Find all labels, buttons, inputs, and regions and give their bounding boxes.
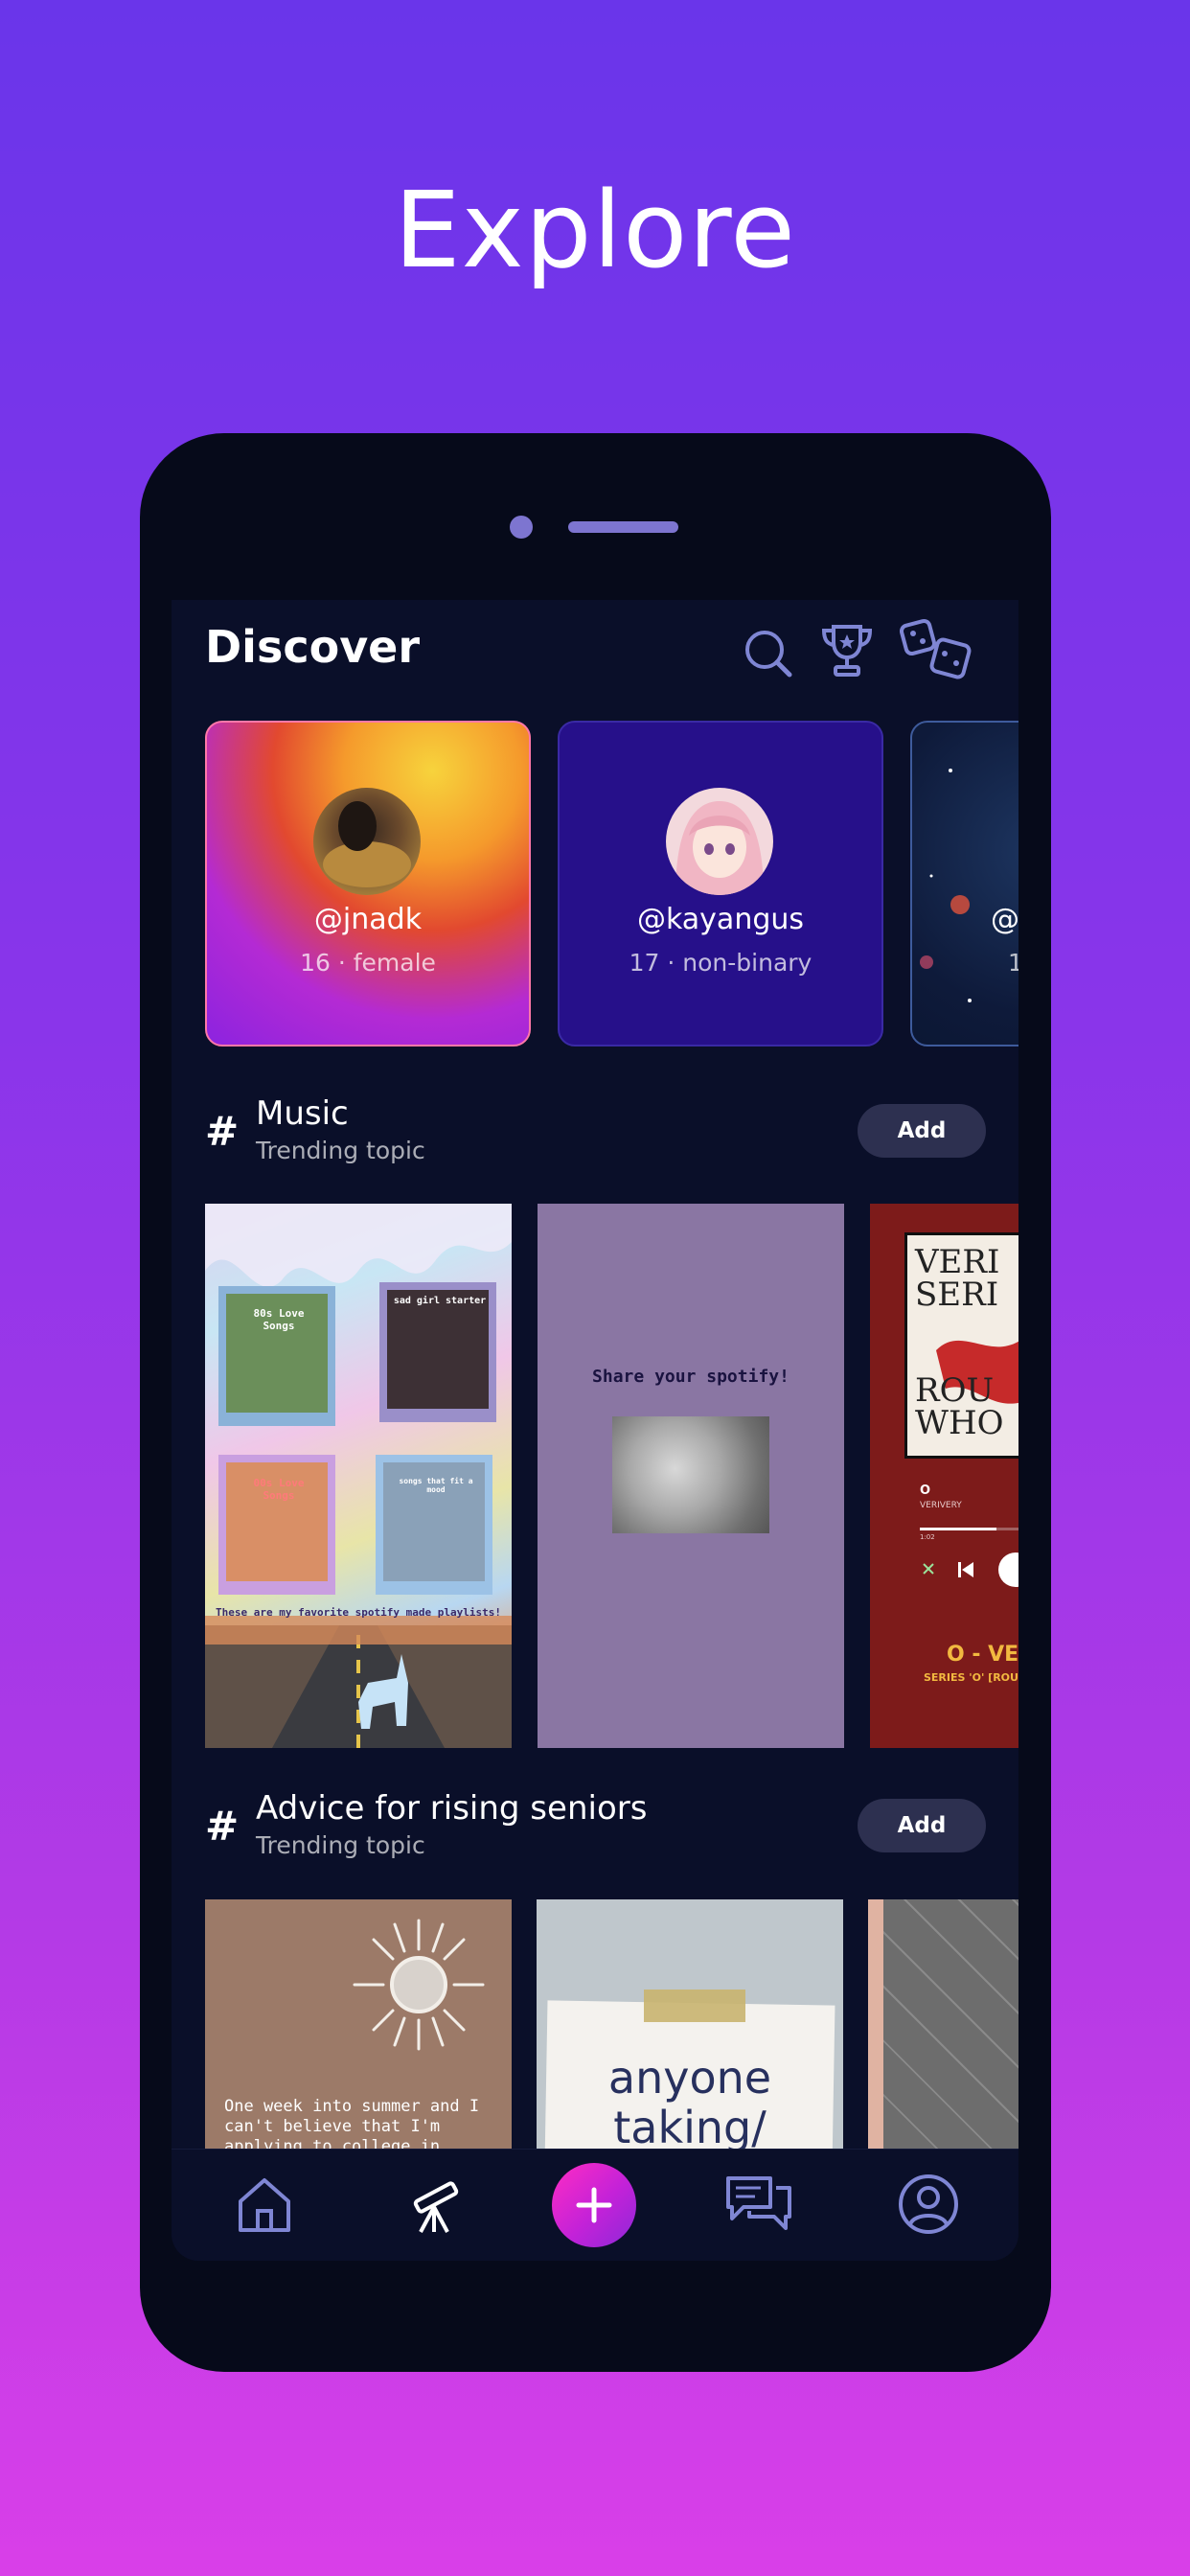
post-text: Share your spotify!	[592, 1367, 790, 1387]
topic-header: # Advice for rising seniors Trending top…	[205, 1789, 986, 1866]
post-text: taking/	[613, 2102, 767, 2150]
profile-meta: 16 · female	[300, 949, 436, 977]
trophy-icon[interactable]	[818, 621, 876, 680]
front-camera	[510, 516, 533, 539]
profile-handle: @kayangus	[636, 903, 805, 936]
profile-meta: 1	[1008, 949, 1018, 977]
topic-posts: 80s Love Songs sad girl starter 00s Love…	[205, 1204, 1018, 1748]
profile-meta: 17 · non-binary	[629, 949, 812, 977]
earpiece-speaker	[568, 521, 678, 533]
post-text: sad girl starter	[393, 1296, 487, 1306]
dice-icon[interactable]	[900, 617, 976, 686]
elapsed-time: 1:02	[920, 1533, 935, 1541]
messages-icon[interactable]	[722, 2171, 795, 2238]
post-text: 00s Love Songs	[253, 1477, 305, 1502]
player-controls	[923, 1552, 1018, 1587]
post-text: anyone	[607, 2052, 772, 2104]
song-title: O	[920, 1484, 931, 1498]
post-title: O - VER	[947, 1643, 1018, 1667]
bottom-navigation	[172, 2149, 1018, 2261]
home-icon[interactable]	[231, 2171, 298, 2238]
add-button[interactable]: Add	[858, 1799, 986, 1852]
post-text: songs that fit a mood	[399, 1477, 473, 1494]
post-card[interactable]: anyone taking/	[537, 1899, 843, 2150]
profile-handle: @	[991, 903, 1018, 936]
cover-text: SERI	[915, 1276, 999, 1314]
topic-subtitle: Trending topic	[256, 1137, 425, 1164]
profile-card[interactable]: @kayangus 17 · non-binary	[558, 721, 883, 1046]
cover-text: VERI	[915, 1243, 1000, 1281]
app-screen: Discover @jnadk 16 · female @kayangus 17…	[172, 600, 1018, 2261]
create-post-button[interactable]	[552, 2163, 636, 2247]
hashtag-icon: #	[205, 1803, 240, 1850]
topic-posts: One week into summer and I can't believe…	[205, 1899, 1018, 2150]
tape	[644, 1990, 745, 2022]
post-subtitle: SERIES 'O' [ROUN	[924, 1671, 1018, 1684]
avatar	[313, 788, 421, 895]
post-image	[883, 1899, 1018, 2150]
post-image	[612, 1416, 769, 1533]
album-cover: VERI SERI ROU WHO	[904, 1232, 1018, 1459]
page-headline: Explore	[394, 169, 796, 291]
sun-doodle	[353, 1919, 485, 2051]
post-card[interactable]: Share your spotify!	[538, 1204, 844, 1748]
topic-title: Advice for rising seniors	[256, 1789, 648, 1828]
hashtag-icon: #	[205, 1108, 240, 1155]
telescope-icon[interactable]	[401, 2171, 469, 2238]
profile-carousel: @jnadk 16 · female @kayangus 17 · non-bi…	[205, 721, 1018, 1046]
post-card[interactable]: One week into summer and I can't believe…	[205, 1899, 512, 2150]
search-icon[interactable]	[742, 627, 795, 680]
post-card[interactable]	[868, 1899, 1018, 2150]
post-card[interactable]: 80s Love Songs sad girl starter 00s Love…	[205, 1204, 512, 1748]
progress-bar	[920, 1528, 1018, 1530]
post-caption: These are my favorite spotify made playl…	[215, 1606, 501, 1619]
post-card[interactable]: VERI SERI ROU WHO O VERIVERY 1:02 O - VE…	[870, 1204, 1018, 1748]
cover-text: ROU	[915, 1371, 995, 1410]
plus-icon	[576, 2187, 612, 2223]
page-title: Discover	[205, 621, 421, 673]
add-button[interactable]: Add	[858, 1104, 986, 1158]
profile-handle: @jnadk	[313, 903, 423, 936]
profile-card[interactable]: @ 1	[910, 721, 1018, 1046]
avatar	[666, 788, 773, 895]
profile-icon[interactable]	[895, 2171, 962, 2238]
phone-frame: Discover @jnadk 16 · female @kayangus 17…	[140, 433, 1051, 2372]
topic-title: Music	[256, 1094, 349, 1133]
topic-subtitle: Trending topic	[256, 1831, 425, 1859]
artist-name: VERIVERY	[920, 1501, 962, 1510]
post-text: One week into summer and I can't believe…	[224, 2097, 480, 2150]
profile-card[interactable]: @jnadk 16 · female	[205, 721, 531, 1046]
post-text: 80s Love Songs	[253, 1307, 305, 1332]
cover-text: WHO	[915, 1404, 1004, 1442]
topic-header: # Music Trending topic Add	[205, 1094, 986, 1171]
